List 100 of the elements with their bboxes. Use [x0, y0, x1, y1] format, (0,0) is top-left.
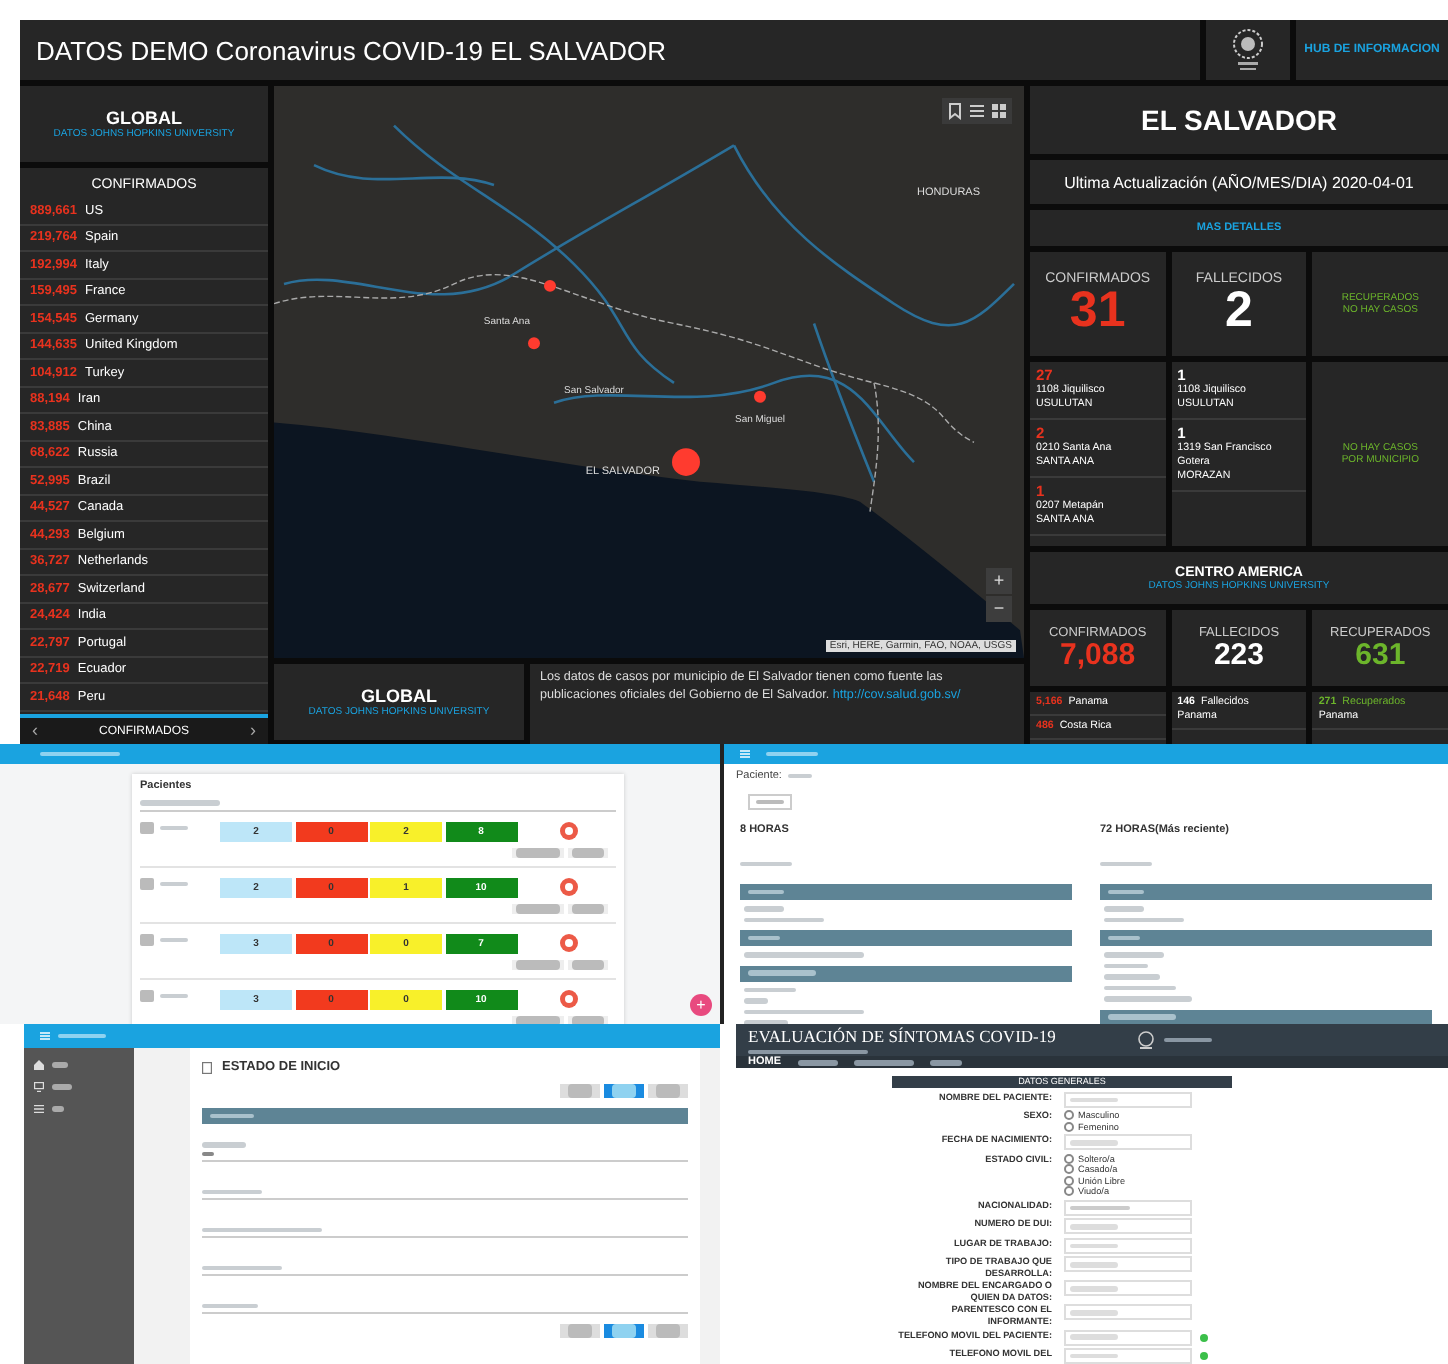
blurred-text-line: [516, 904, 560, 914]
input-field[interactable]: [1064, 1256, 1192, 1273]
document-icon: [202, 1061, 212, 1073]
dashboard-title: DATOS DEMO Coronavirus COVID-19 EL SALVADOR: [20, 20, 1200, 80]
small-button[interactable]: [648, 1084, 688, 1098]
case-dot[interactable]: [528, 337, 540, 350]
bookmark-icon[interactable]: [946, 102, 964, 120]
blurred-text-line: [210, 1113, 254, 1119]
input-field[interactable]: [1064, 1134, 1192, 1151]
app-title: EVALUACIÓN DE SÍNTOMAS COVID-19: [748, 1025, 1056, 1046]
blurred-text-line: [748, 889, 784, 895]
blurred-text-line: [1104, 974, 1160, 979]
input-field[interactable]: [1064, 1280, 1192, 1297]
input-field[interactable]: [1064, 1348, 1192, 1364]
blurred-text-line: [1104, 917, 1184, 922]
blurred-text-line: [612, 1084, 636, 1098]
list-icon[interactable]: [34, 1104, 44, 1114]
blurred-text-line: [1104, 963, 1148, 968]
blurred-text-line: [1070, 1310, 1118, 1316]
select-field[interactable]: [1064, 1199, 1192, 1216]
zoom-out-button[interactable]: −: [986, 596, 1012, 622]
blurred-text-line: [1104, 996, 1192, 1001]
small-button[interactable]: [648, 1324, 688, 1338]
input-field[interactable]: [1064, 1237, 1192, 1254]
menu-icon[interactable]: [40, 1032, 50, 1040]
next-button[interactable]: ›: [250, 722, 256, 740]
blurred-text-line: [52, 1062, 68, 1068]
blurred-text-line: [1104, 906, 1144, 911]
small-button[interactable]: [560, 1324, 600, 1338]
blurred-text-line: [1104, 952, 1164, 957]
small-button[interactable]: [512, 960, 564, 970]
blurred-text-line: [744, 1009, 864, 1014]
blurred-text-line: [140, 800, 220, 806]
blurred-text-line: [516, 960, 560, 970]
small-button[interactable]: [568, 904, 608, 914]
small-button[interactable]: [512, 848, 564, 858]
blurred-text-line: [568, 1084, 592, 1098]
input-field[interactable]: [1064, 1329, 1192, 1345]
blurred-text-line: [572, 904, 604, 914]
zoom-in-button[interactable]: +: [986, 568, 1012, 594]
blurred-text-line: [656, 1084, 680, 1098]
blurred-text-line: [1108, 1014, 1176, 1020]
filter-select[interactable]: [140, 796, 616, 812]
radio-button[interactable]: [1064, 1175, 1074, 1186]
blurred-text-line: [756, 799, 784, 805]
monitor-icon[interactable]: [34, 1082, 44, 1092]
country-title: EL SALVADOR: [1140, 104, 1337, 136]
previous-button[interactable]: ‹: [32, 722, 38, 740]
alert-icon[interactable]: [559, 934, 577, 952]
case-dot[interactable]: [754, 390, 766, 403]
input-field[interactable]: [1064, 1304, 1192, 1321]
blurred-text-line: [202, 1265, 282, 1270]
blurred-text-line: [516, 1016, 560, 1024]
blurred-text-line: [202, 1227, 322, 1232]
stat-value: 223: [1213, 640, 1264, 670]
emblem-icon: [1135, 1030, 1156, 1051]
radio-button[interactable]: [1064, 1153, 1074, 1164]
radio-button[interactable]: [1064, 1186, 1074, 1197]
blurred-text-line: [1104, 985, 1176, 990]
small-button[interactable]: [604, 1324, 644, 1338]
small-button[interactable]: [512, 904, 564, 914]
small-button[interactable]: [568, 960, 608, 970]
small-button[interactable]: [748, 794, 792, 810]
add-button[interactable]: +: [690, 994, 712, 1016]
blurred-text-line: [744, 987, 796, 992]
blurred-text-line: [797, 1060, 837, 1066]
input-field[interactable]: [1064, 1218, 1192, 1235]
blurred-text-line: [748, 970, 816, 976]
blurred-text-line: [748, 1049, 868, 1055]
alert-icon[interactable]: [559, 878, 577, 896]
input-field[interactable]: [1064, 1091, 1192, 1108]
blurred-text-line: [744, 1020, 788, 1024]
blurred-text-line: [52, 1106, 64, 1112]
small-button[interactable]: [568, 848, 608, 858]
blurred-text-line: [744, 998, 768, 1003]
blurred-text-line: [853, 1060, 913, 1066]
blurred-text-line: [160, 937, 188, 943]
alert-icon[interactable]: [559, 990, 577, 1008]
list-icon[interactable]: [968, 102, 986, 120]
alert-icon[interactable]: [559, 822, 577, 840]
blurred-text-line: [656, 1324, 680, 1338]
case-dot[interactable]: [544, 279, 556, 292]
radio-button[interactable]: [1064, 1110, 1074, 1121]
blurred-text-line: [1163, 1037, 1212, 1043]
blurred-text-line: [568, 1324, 592, 1338]
menu-icon[interactable]: [740, 750, 750, 758]
stat-value: 2: [1225, 286, 1253, 336]
small-button[interactable]: [560, 1084, 600, 1098]
radio-button[interactable]: [1064, 1164, 1074, 1175]
grid-icon[interactable]: [990, 102, 1008, 120]
blurred-text-line: [516, 848, 560, 858]
blurred-text-line: [612, 1324, 636, 1338]
blurred-text-line: [748, 935, 780, 941]
home-icon[interactable]: [34, 1060, 44, 1070]
blurred-text-line: [202, 1303, 258, 1308]
blurred-text-line: [740, 861, 792, 866]
small-button[interactable]: [604, 1084, 644, 1098]
blurred-text-line: [744, 917, 824, 922]
radio-button[interactable]: [1064, 1121, 1074, 1132]
case-dot[interactable]: [672, 448, 700, 476]
